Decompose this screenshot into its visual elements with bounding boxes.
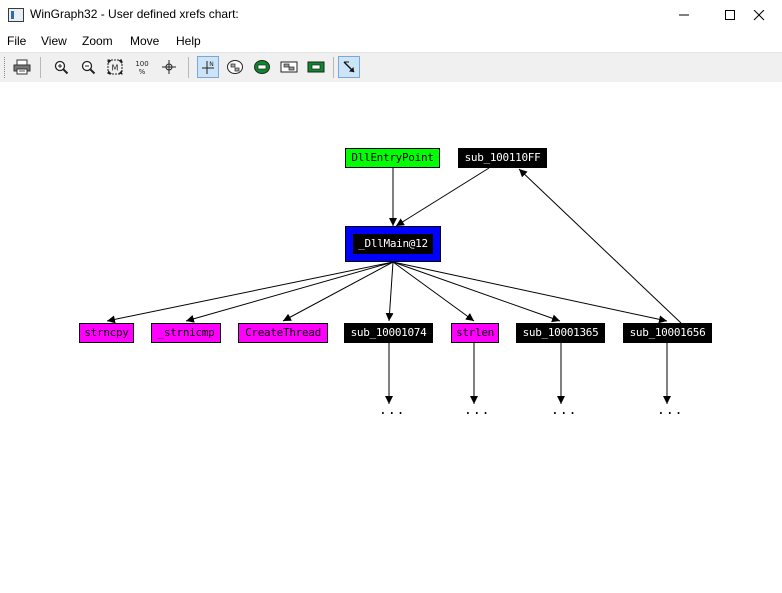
toolbar: M 100 % N (0, 52, 782, 83)
more-callees-sub-10001365: ... (551, 403, 578, 418)
zoom-out-icon (81, 60, 96, 75)
zoom-100-icon: 100 % (135, 60, 148, 76)
close-button[interactable] (736, 0, 782, 30)
zoom-100-button[interactable]: 100 % (131, 56, 153, 78)
center-button[interactable] (158, 56, 180, 78)
zoom-100-percent: % (139, 68, 146, 76)
minimize-icon (679, 14, 689, 16)
maximize-icon (725, 10, 735, 20)
expand-group-button[interactable] (305, 56, 327, 78)
layout-mode-button[interactable]: N (197, 56, 219, 78)
select-arrow-icon (343, 61, 355, 73)
toolbar-separator (333, 57, 334, 78)
menu-view[interactable]: View (41, 34, 67, 48)
more-callees-sub-10001656: ... (657, 403, 684, 418)
node-strncpy[interactable]: strncpy (79, 323, 134, 343)
edge-dllmain-sub10001365 (392, 261, 561, 323)
graph-canvas[interactable]: DllEntryPoint sub_100110FF _DllMain@12 s… (0, 82, 782, 593)
svg-text:N: N (209, 61, 214, 68)
menu-file[interactable]: File (7, 34, 26, 48)
unfold-graph-icon (280, 61, 298, 73)
zoom-100-label: 100 (135, 60, 148, 68)
node-sub-100110ff[interactable]: sub_100110FF (458, 148, 547, 168)
node-dllentrypoint[interactable]: DllEntryPoint (345, 148, 440, 168)
zoom-in-icon (54, 60, 69, 75)
printer-icon (13, 59, 31, 75)
title-bar: WinGraph32 - User defined xrefs chart: (0, 0, 782, 30)
fold-graph-icon (254, 60, 270, 74)
node-strlen[interactable]: strlen (451, 323, 499, 343)
more-callees-strlen: ... (464, 403, 491, 418)
zoom-out-button[interactable] (77, 56, 99, 78)
edge-sub100110ff-dllmain (395, 167, 490, 227)
node-dllmain-label: _DllMain@12 (353, 234, 433, 254)
node-strnicmp[interactable]: _strnicmp (151, 323, 221, 343)
minimize-button[interactable] (661, 0, 707, 30)
node-sub-10001074[interactable]: sub_10001074 (344, 323, 433, 343)
node-dllmain[interactable]: _DllMain@12 (345, 226, 441, 262)
fold-graph-button[interactable] (251, 56, 273, 78)
edge-dllmain-strnicmp (185, 261, 394, 323)
node-createthread[interactable]: CreateThread (238, 323, 328, 343)
menu-move[interactable]: Move (130, 34, 159, 48)
menu-zoom[interactable]: Zoom (82, 34, 113, 48)
edge-dllmain-createthread (282, 261, 394, 322)
app-icon (8, 8, 24, 22)
print-button[interactable] (11, 56, 33, 78)
toolbar-separator (40, 57, 41, 78)
toolbar-grip[interactable] (4, 57, 8, 78)
graph-overview-button[interactable] (224, 56, 246, 78)
fit-window-label: M (112, 64, 119, 73)
unfold-graph-button[interactable] (278, 56, 300, 78)
close-icon (753, 10, 765, 21)
edge-dllmain-sub10001074 (385, 261, 394, 322)
node-sub-10001365[interactable]: sub_10001365 (516, 323, 605, 343)
more-callees-sub-10001074: ... (379, 403, 406, 418)
menu-bar: File View Zoom Move Help (0, 31, 782, 51)
fit-window-button[interactable]: M (104, 56, 126, 78)
graph-overview-icon (227, 60, 243, 74)
expand-group-icon (307, 61, 325, 73)
node-sub-10001656[interactable]: sub_10001656 (623, 323, 712, 343)
axis-layout-icon: N (202, 61, 214, 74)
edge-dllmain-strncpy (106, 261, 394, 324)
zoom-in-button[interactable] (50, 56, 72, 78)
window-title: WinGraph32 - User defined xrefs chart: (30, 7, 239, 21)
select-node-button[interactable] (338, 56, 360, 78)
fit-window-icon: M (107, 59, 123, 75)
edge-sub10001656-sub100110ff (518, 168, 682, 324)
menu-help[interactable]: Help (176, 34, 201, 48)
toolbar-separator (188, 57, 189, 78)
crosshair-icon (162, 60, 176, 74)
